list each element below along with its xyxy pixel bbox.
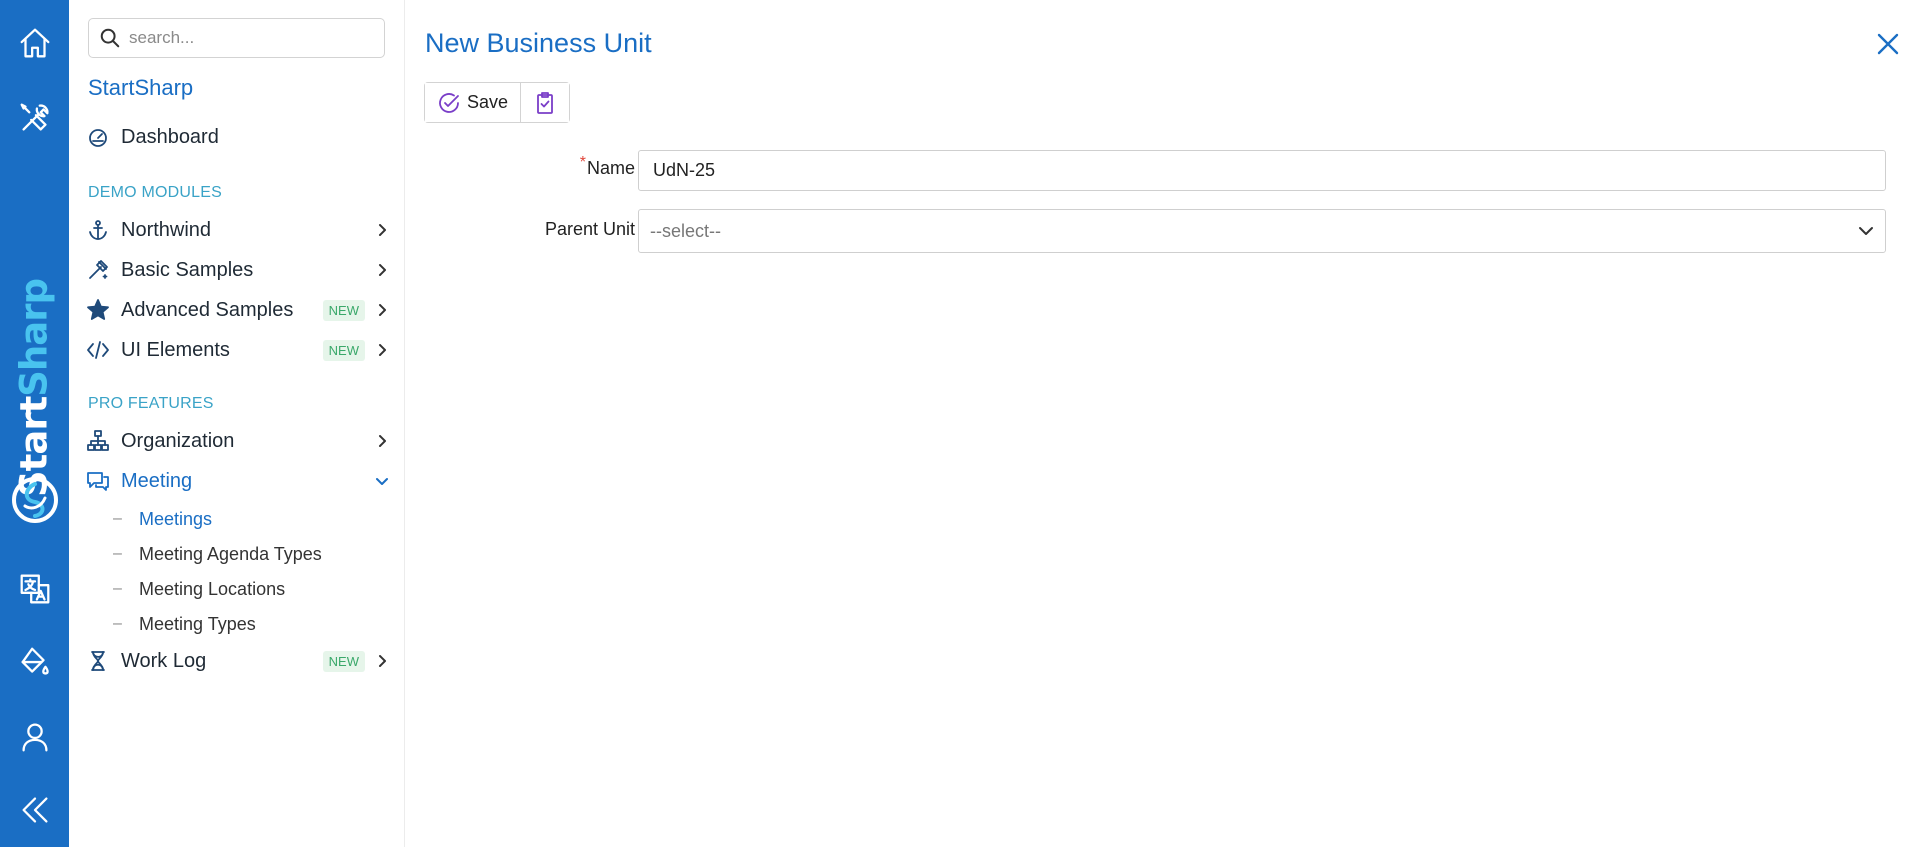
- chevron-right-icon: [373, 301, 391, 319]
- magic-wand-icon: [85, 257, 111, 283]
- sidebar-item-label: Basic Samples: [121, 258, 254, 281]
- sidebar-item-advanced-samples[interactable]: Advanced Samples NEW: [85, 292, 391, 328]
- chevron-right-icon: [373, 261, 391, 279]
- sidebar-item-label: Work Log: [121, 649, 207, 672]
- name-label: *Name: [580, 154, 635, 179]
- sidebar-subitem-label: Meeting Locations: [139, 578, 286, 599]
- new-badge: NEW: [322, 339, 365, 361]
- sidebar-item-basic-samples[interactable]: Basic Samples: [85, 252, 391, 288]
- star-icon: [85, 297, 111, 323]
- sidebar-item-label: Dashboard: [121, 125, 219, 148]
- chevron-right-icon: [373, 341, 391, 359]
- close-button[interactable]: [1874, 30, 1902, 58]
- parent-unit-value: --select--: [650, 220, 721, 241]
- code-icon: [85, 337, 111, 363]
- sidebar-item-label: Northwind: [121, 218, 212, 241]
- sidebar-item-meeting[interactable]: Meeting: [85, 463, 391, 499]
- sidebar-subitem-types[interactable]: – Meeting Types: [113, 609, 256, 639]
- parent-unit-label: Parent Unit: [544, 219, 635, 239]
- home-icon[interactable]: [0, 15, 69, 71]
- search-icon: [100, 28, 120, 48]
- sidebar-item-label: Organization: [121, 429, 235, 452]
- dialog-toolbar: Save: [424, 82, 571, 123]
- paint-bucket-icon[interactable]: [0, 635, 69, 691]
- sidebar: StartSharp Dashboard DEMO MODULES Northw…: [69, 0, 405, 847]
- translate-icon[interactable]: [0, 561, 69, 617]
- parent-unit-select[interactable]: --select--: [638, 209, 1886, 253]
- sidebar-item-label: Advanced Samples: [121, 298, 294, 321]
- logo-swirl-icon: [12, 477, 58, 523]
- section-heading-demo: DEMO MODULES: [88, 184, 222, 201]
- sub-dash: –: [113, 615, 122, 632]
- sidebar-item-work-log[interactable]: Work Log NEW: [85, 643, 391, 679]
- name-input[interactable]: [638, 150, 1886, 191]
- clipboard-check-icon: [537, 91, 553, 114]
- sub-dash: –: [113, 545, 122, 562]
- check-circle-icon: [439, 92, 459, 113]
- chevron-down-icon: [1859, 227, 1873, 235]
- dialog-panel: New Business Unit Save *Name Parent Unit…: [406, 0, 1920, 847]
- save-button[interactable]: Save: [425, 83, 521, 122]
- sidebar-item-label: UI Elements: [121, 338, 230, 361]
- chevron-right-icon: [373, 221, 391, 239]
- brand-title[interactable]: StartSharp: [88, 75, 193, 101]
- sidebar-item-ui-elements[interactable]: UI Elements NEW: [85, 332, 391, 368]
- search-input[interactable]: [129, 28, 369, 48]
- user-icon[interactable]: [0, 709, 69, 765]
- double-chevron-left-icon[interactable]: [0, 782, 69, 838]
- name-label-text: Name: [586, 158, 635, 178]
- apply-changes-button[interactable]: [520, 83, 570, 122]
- sidebar-item-label: Meeting: [121, 469, 193, 492]
- dialog-title: New Business Unit: [425, 28, 652, 58]
- gauge-icon: [85, 124, 111, 150]
- search-box[interactable]: [88, 18, 385, 58]
- sidebar-subitem-label: Meeting Agenda Types: [139, 543, 322, 564]
- sidebar-subitem-locations[interactable]: – Meeting Locations: [113, 574, 285, 604]
- hourglass-icon: [85, 648, 111, 674]
- save-label: Save: [467, 92, 509, 112]
- sidebar-item-dashboard[interactable]: Dashboard: [85, 119, 391, 155]
- sidebar-item-northwind[interactable]: Northwind: [85, 212, 391, 248]
- close-icon: [1877, 33, 1899, 55]
- startsharp-logo: StartSharp: [0, 268, 69, 538]
- sidebar-item-organization[interactable]: Organization: [85, 423, 391, 459]
- required-marker: *: [579, 154, 586, 171]
- chevron-right-icon: [373, 652, 391, 670]
- sidebar-subitem-meetings[interactable]: – Meetings: [113, 504, 212, 534]
- sidebar-subitem-label: Meeting Types: [139, 613, 256, 634]
- new-badge: NEW: [322, 650, 365, 672]
- sub-dash: –: [113, 580, 122, 597]
- chevron-down-icon: [373, 472, 391, 490]
- sub-dash: –: [113, 510, 122, 527]
- tools-icon[interactable]: [0, 90, 69, 146]
- section-heading-pro: PRO FEATURES: [88, 395, 214, 412]
- chevron-right-icon: [373, 432, 391, 450]
- chat-bubbles-icon: [85, 468, 111, 494]
- icon-rail: StartSharp: [0, 0, 69, 847]
- sidebar-subitem-label: Meetings: [139, 508, 213, 529]
- sidebar-subitem-agenda-types[interactable]: – Meeting Agenda Types: [113, 539, 322, 569]
- org-chart-icon: [85, 428, 111, 454]
- anchor-icon: [85, 217, 111, 243]
- new-badge: NEW: [322, 299, 365, 321]
